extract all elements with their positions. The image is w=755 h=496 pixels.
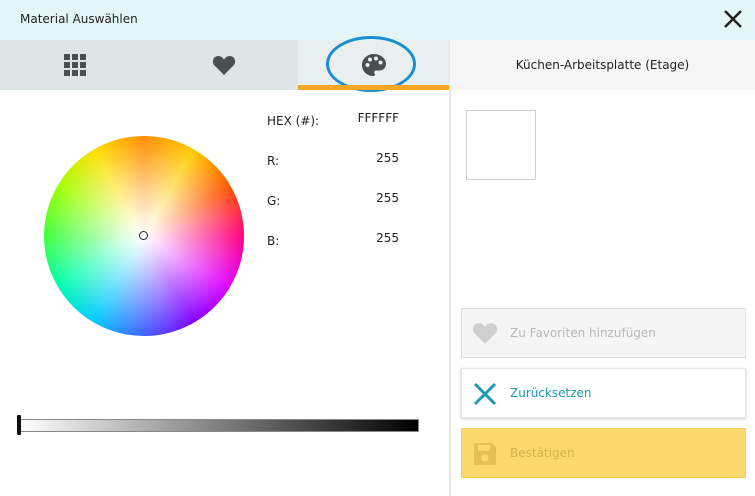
close-icon [724, 10, 742, 28]
tab-color[interactable] [298, 36, 449, 92]
close-icon [473, 382, 497, 406]
reset-button[interactable]: Zurücksetzen [461, 368, 746, 418]
grid-icon [63, 54, 86, 76]
brightness-slider-handle[interactable] [17, 415, 21, 435]
save-icon [474, 443, 496, 465]
material-name: Küchen-Arbeitsplatte (Etage) [450, 40, 755, 90]
r-label: R: [267, 154, 280, 168]
confirm-label: Bestätigen [510, 446, 575, 460]
color-wheel-handle[interactable] [139, 231, 148, 240]
heart-icon [472, 323, 498, 344]
add-favorite-label: Zu Favoriten hinzufügen [510, 326, 656, 340]
active-tab-indicator [298, 85, 449, 90]
window-title: Material Auswählen [20, 12, 138, 26]
tab-favorites[interactable] [149, 40, 298, 90]
color-preview-swatch [466, 110, 536, 180]
add-favorite-button[interactable]: Zu Favoriten hinzufügen [461, 308, 746, 358]
g-label: G: [267, 194, 281, 208]
confirm-button[interactable]: Bestätigen [461, 428, 746, 478]
title-bar: Material Auswählen [0, 0, 755, 40]
reset-label: Zurücksetzen [510, 386, 592, 400]
b-label: B: [267, 234, 280, 248]
tab-highlight-ring [326, 36, 416, 92]
brightness-slider[interactable] [19, 419, 419, 432]
g-value[interactable]: 255 [339, 191, 399, 205]
tab-catalog[interactable] [0, 40, 149, 90]
r-value[interactable]: 255 [339, 151, 399, 165]
b-value[interactable]: 255 [339, 231, 399, 245]
hex-label: HEX (#): [267, 114, 320, 128]
tab-bar [0, 36, 449, 92]
hex-value[interactable]: FFFFFF [339, 111, 399, 125]
heart-icon [212, 55, 235, 75]
close-button[interactable] [720, 6, 746, 32]
